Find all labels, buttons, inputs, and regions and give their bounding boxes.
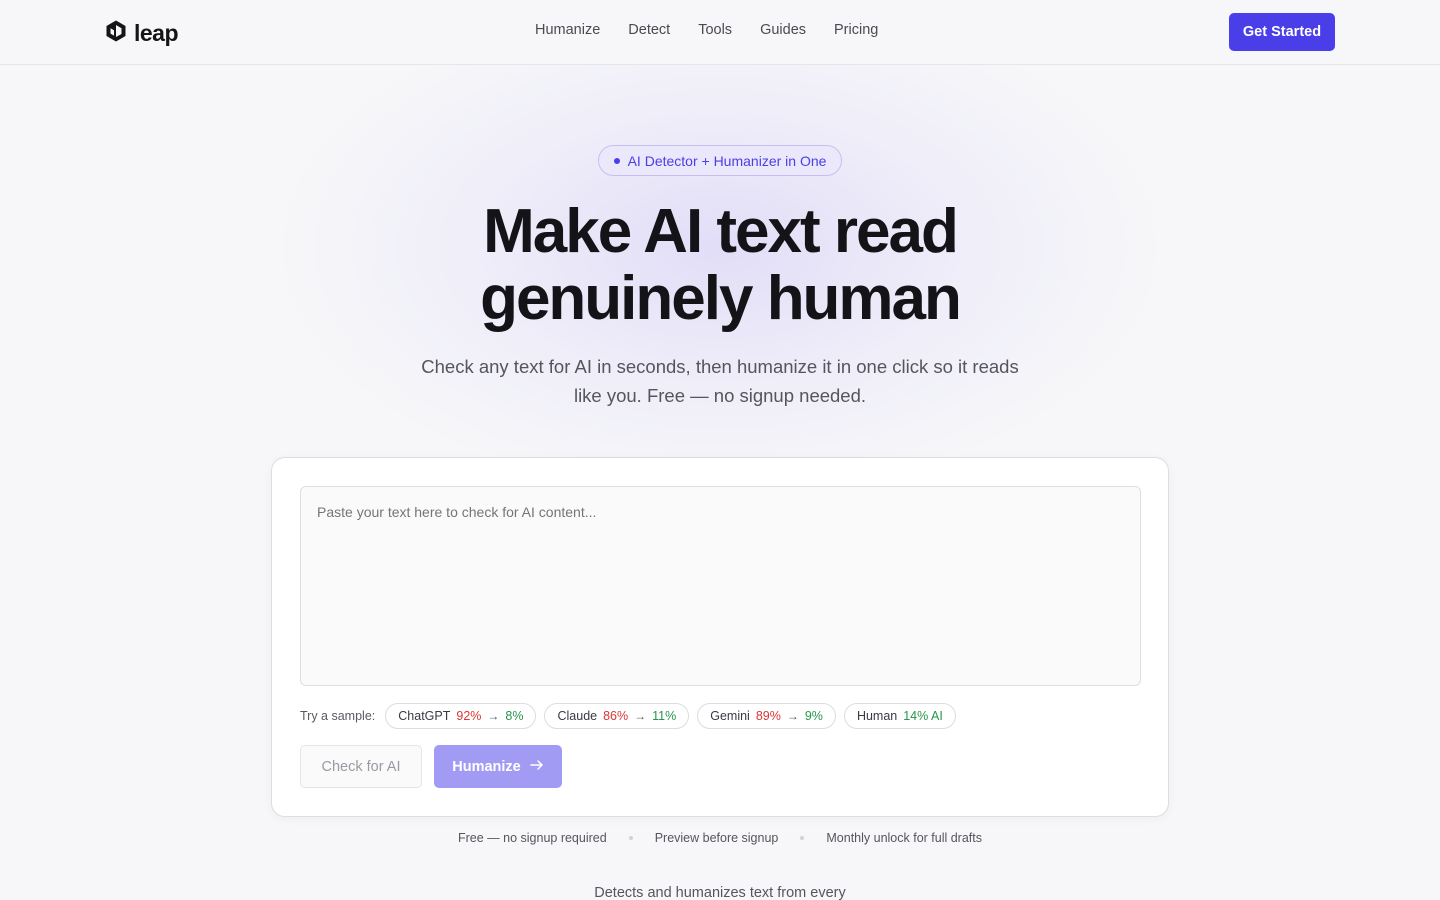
arrow-right-icon: → bbox=[487, 709, 500, 723]
samples-label: Try a sample: bbox=[300, 709, 376, 723]
nav-tools[interactable]: Tools bbox=[698, 22, 732, 38]
sample-name: Gemini bbox=[710, 709, 750, 723]
sample-name: ChatGPT bbox=[398, 709, 451, 723]
perk-monthly: Monthly unlock for full drafts bbox=[826, 831, 982, 845]
arrow-right-icon: → bbox=[786, 709, 799, 723]
badge-dot-icon bbox=[613, 157, 620, 164]
perks-row: Free — no signup required Preview before… bbox=[0, 831, 1440, 845]
humanize-button[interactable]: Humanize bbox=[434, 745, 562, 788]
top-nav: leap Humanize Detect Tools Guides Pricin… bbox=[0, 0, 1440, 65]
sample-before: 92% bbox=[456, 709, 482, 723]
badge-label: AI Detector + Humanizer in One bbox=[627, 152, 827, 169]
check-for-ai-button[interactable]: Check for AI bbox=[300, 745, 422, 788]
nav-humanize[interactable]: Humanize bbox=[535, 22, 600, 38]
hero-title-line1: Make AI text read bbox=[483, 197, 959, 266]
separator-dot bbox=[800, 836, 805, 840]
sample-score: 14% AI bbox=[903, 709, 943, 723]
nav-pricing[interactable]: Pricing bbox=[834, 22, 878, 38]
perk-preview: Preview before signup bbox=[654, 831, 779, 845]
sample-before: 86% bbox=[603, 709, 629, 723]
text-input[interactable] bbox=[300, 486, 1141, 686]
sample-chip-claude[interactable]: Claude 86% → 11% bbox=[544, 703, 690, 729]
detects-caption: Detects and humanizes text from every bbox=[594, 885, 846, 900]
brand-name: leap bbox=[134, 20, 179, 46]
sample-row: Try a sample: ChatGPT 92% → 8% Claude 86… bbox=[300, 703, 956, 729]
sample-chip-chatgpt[interactable]: ChatGPT 92% → 8% bbox=[385, 703, 537, 729]
sample-chip-human[interactable]: Human 14% AI bbox=[843, 703, 956, 729]
nav-guides[interactable]: Guides bbox=[760, 22, 806, 38]
sample-after: 11% bbox=[652, 709, 677, 723]
sample-name: Claude bbox=[557, 709, 598, 723]
get-started-button[interactable]: Get Started bbox=[1229, 13, 1335, 51]
sample-name: Human bbox=[856, 709, 898, 723]
sample-after: 8% bbox=[505, 709, 524, 723]
hero-badge: AI Detector + Humanizer in One bbox=[598, 145, 842, 176]
sample-chip-gemini[interactable]: Gemini 89% → 9% bbox=[697, 703, 836, 729]
sample-after: 9% bbox=[804, 709, 823, 723]
arrow-right-icon bbox=[530, 758, 544, 776]
sample-before: 89% bbox=[755, 709, 781, 723]
main-nav: Humanize Detect Tools Guides Pricing bbox=[535, 22, 878, 38]
hero-title-line2: genuinely human bbox=[480, 264, 962, 333]
leap-logo-icon bbox=[104, 19, 128, 48]
tool-card: Try a sample: ChatGPT 92% → 8% Claude 86… bbox=[271, 457, 1169, 817]
hero-title: Make AI text read genuinely human bbox=[370, 198, 1070, 332]
hero-subtitle: Check any text for AI in seconds, then h… bbox=[421, 356, 1019, 406]
nav-detect[interactable]: Detect bbox=[628, 22, 670, 38]
arrow-right-icon: → bbox=[634, 709, 647, 723]
humanize-label: Humanize bbox=[452, 758, 521, 775]
separator-dot bbox=[628, 836, 633, 840]
perk-free: Free — no signup required bbox=[457, 831, 607, 845]
brand-logo[interactable]: leap bbox=[104, 19, 179, 48]
